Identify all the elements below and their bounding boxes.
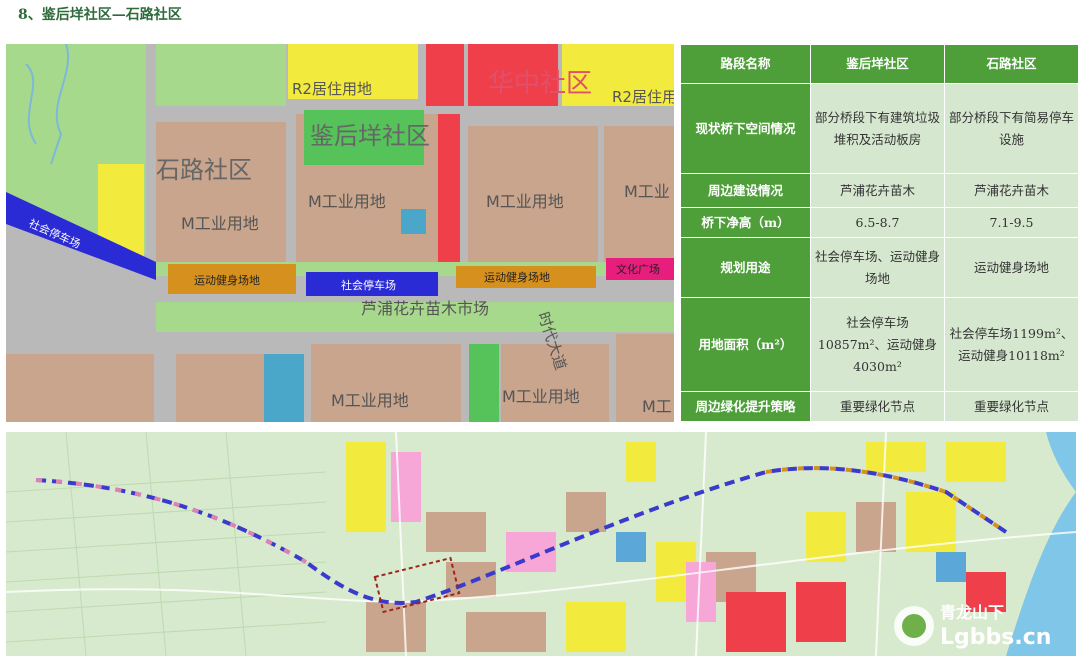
label-fitness-2: 运动健身场地 (484, 270, 550, 284)
table-row: 桥下净高（m） 6.5-8.7 7.1-9.5 (680, 207, 1079, 238)
header-segment-name: 路段名称 (680, 44, 811, 84)
table-row: 规划用途 社会停车场、运动健身场地 运动健身场地 (680, 237, 1079, 298)
watermark-text-cn: 青龙山下 (940, 603, 1004, 622)
row-label: 桥下净高（m） (680, 207, 811, 238)
table-row: 用地面积（m²） 社会停车场10857m²、运动健身4030m² 社会停车场11… (680, 297, 1079, 392)
label-m3: M工业用地 (486, 192, 564, 211)
comparison-table: 路段名称 鉴后垟社区 石路社区 现状桥下空间情况 部分桥段下有建筑垃圾堆积及活动… (680, 44, 1079, 422)
label-m1: M工业用地 (181, 214, 259, 233)
cell-shilu: 部分桥段下有简易停车设施 (944, 83, 1079, 174)
row-label: 现状桥下空间情况 (680, 83, 811, 174)
cell-shilu: 芦浦花卉苗木 (944, 173, 1079, 208)
label-shilu: 石路社区 (156, 156, 252, 184)
row-label: 周边绿化提升策略 (680, 391, 811, 422)
label-m6: M工业用地 (502, 387, 580, 406)
label-r2-left: R2居住用地 (292, 80, 372, 98)
label-m7: M工 (642, 397, 672, 416)
cell-jianhouyang: 社会停车场10857m²、运动健身4030m² (810, 297, 945, 392)
table-row: 周边建设情况 芦浦花卉苗木 芦浦花卉苗木 (680, 173, 1079, 208)
cell-jianhouyang: 重要绿化节点 (810, 391, 945, 422)
header-shilu: 石路社区 (944, 44, 1079, 84)
row-label: 规划用途 (680, 237, 811, 298)
commercial-block-top (426, 44, 464, 106)
label-culture: 文化广场 (616, 262, 660, 276)
table-header-row: 路段名称 鉴后垟社区 石路社区 (680, 44, 1079, 84)
label-m4: M工业 (624, 182, 670, 201)
header-jianhouyang: 鉴后垟社区 (810, 44, 945, 84)
cell-shilu: 7.1-9.5 (944, 207, 1079, 238)
row-label: 周边建设情况 (680, 173, 811, 208)
label-fitness-1: 运动健身场地 (194, 273, 260, 287)
label-huazhong: 华中社区 (488, 69, 592, 99)
cell-shilu: 社会停车场1199m²、运动健身10118m² (944, 297, 1079, 392)
label-r2-right: R2居住用地 (612, 88, 674, 106)
table-row: 周边绿化提升策略 重要绿化节点 重要绿化节点 (680, 391, 1079, 422)
label-jianhouyang: 鉴后垟社区 (310, 122, 430, 150)
section-heading: 8、鉴后垟社区—石路社区 (18, 7, 182, 23)
top-land-use-map: R2居住用地 R2居住用地 华中社区 鉴后垟社区 石路社区 M工业用地 M工业用… (6, 44, 674, 422)
label-m5: M工业用地 (331, 391, 409, 410)
cell-jianhouyang: 6.5-8.7 (810, 207, 945, 238)
label-m2: M工业用地 (308, 192, 386, 211)
cell-jianhouyang: 社会停车场、运动健身场地 (810, 237, 945, 298)
site-watermark: 青龙山下 Lgbbs.cn (894, 603, 1051, 650)
cell-shilu: 运动健身场地 (944, 237, 1079, 298)
cell-shilu: 重要绿化节点 (944, 391, 1079, 422)
cell-jianhouyang: 芦浦花卉苗木 (810, 173, 945, 208)
cell-jianhouyang: 部分桥段下有建筑垃圾堆积及活动板房 (810, 83, 945, 174)
table-row: 现状桥下空间情况 部分桥段下有建筑垃圾堆积及活动板房 部分桥段下有简易停车设施 (680, 83, 1079, 174)
label-parking-mid: 社会停车场 (341, 278, 396, 292)
watermark-text-en: Lgbbs.cn (940, 625, 1051, 650)
label-nursery-market: 芦浦花卉苗木市场 (361, 299, 489, 318)
row-label: 用地面积（m²） (680, 297, 811, 392)
